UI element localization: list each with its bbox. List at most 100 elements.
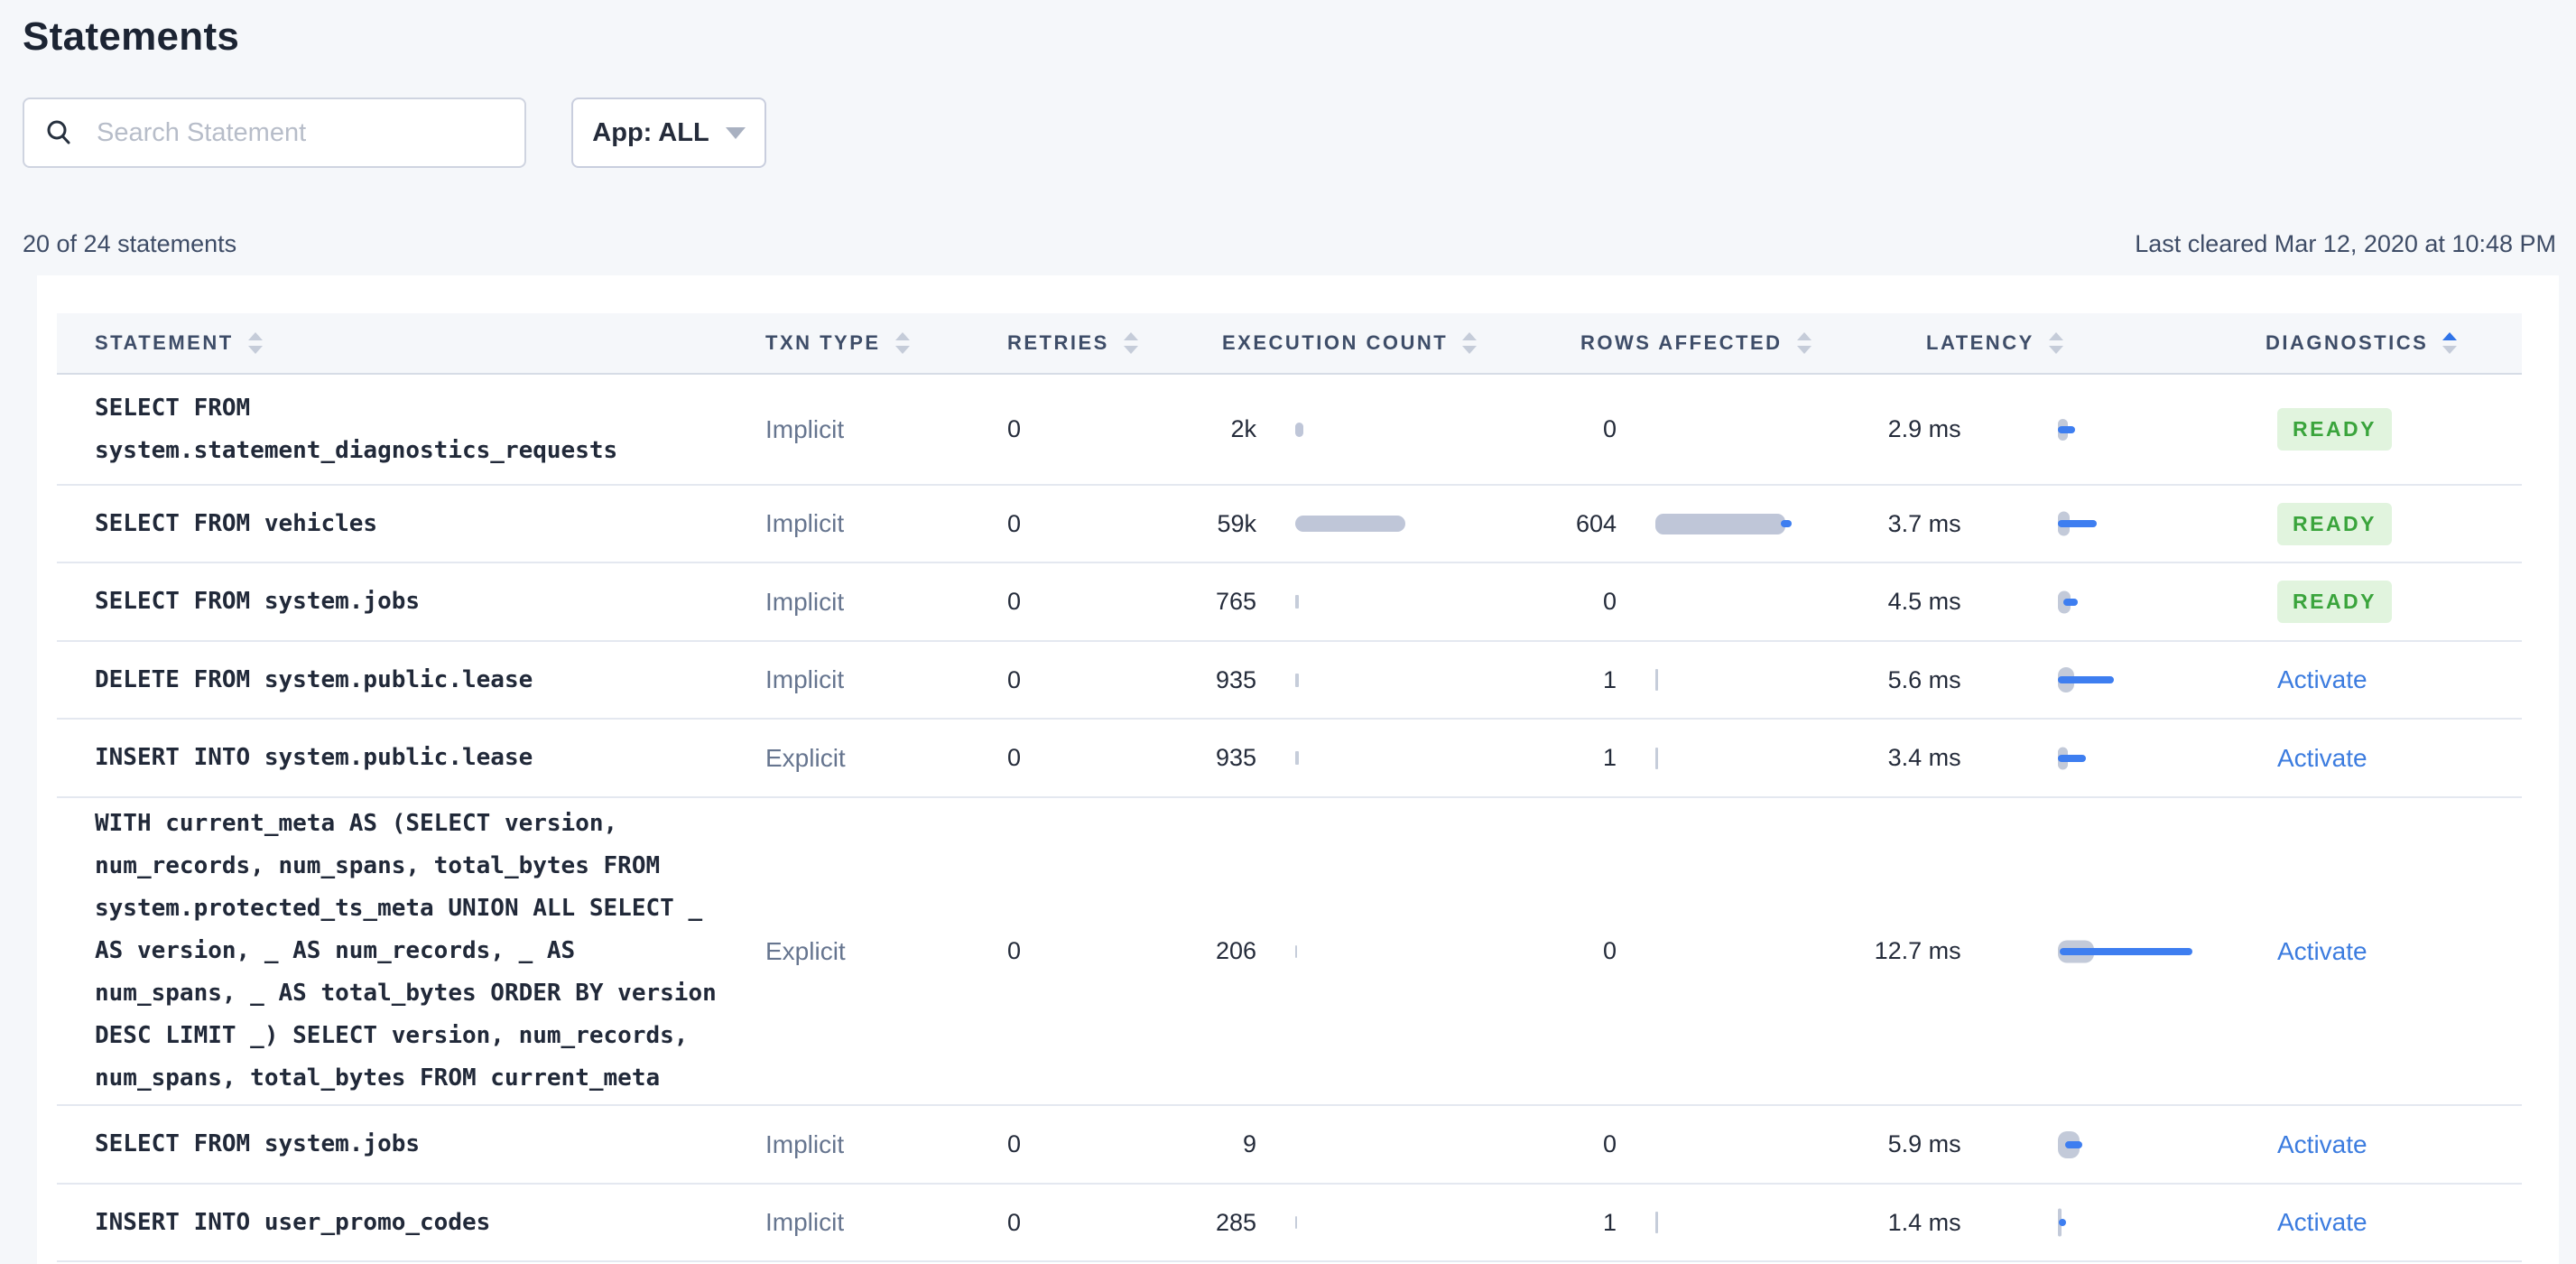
activate-diagnostics-link[interactable]: Activate: [2277, 937, 2368, 966]
table-row: DELETE FROM system.public.lease Implicit 0…: [57, 642, 2522, 720]
statement-text[interactable]: DELETE FROM system.public.lease: [95, 659, 727, 702]
sort-desc-icon: [894, 346, 910, 354]
latency-value: 4.5 ms: [1887, 588, 1961, 615]
rows-affected-bar: [1655, 747, 1658, 769]
retries-value: 0: [1007, 1130, 1022, 1157]
latency-value: 3.4 ms: [1887, 744, 1961, 771]
execution-count-bar-area: [1295, 673, 1299, 687]
statement-cell: INSERT INTO system.public.lease: [57, 737, 750, 779]
rows-affected-cell: 0: [1481, 937, 1860, 965]
txn-type-value: Implicit: [765, 509, 845, 537]
search-icon: [47, 120, 70, 144]
table-row: INSERT INTO system.public.lease Explicit 0…: [57, 720, 2522, 798]
diagnostics-cell: READY: [2257, 502, 2522, 545]
search-input[interactable]: [95, 116, 506, 149]
page-header: Statements App: ALL 20 of 24 statements …: [0, 0, 2576, 258]
statement-text[interactable]: SELECT FROM vehicles: [95, 503, 727, 545]
execution-count-cell: 285: [1102, 1209, 1481, 1237]
txn-type-cell: Implicit: [750, 415, 976, 444]
statement-cell: SELECT FROM system.statement_diagnostics…: [57, 387, 750, 472]
statements-table-card: STATEMENT TXN TYPE RETRIES EXECUTION COUNT R…: [37, 275, 2559, 1264]
column-header-rows-affected[interactable]: ROWS AFFECTED: [1481, 331, 1860, 355]
activate-diagnostics-link[interactable]: Activate: [2277, 1130, 2368, 1159]
diagnostics-ready-badge[interactable]: READY: [2277, 502, 2393, 545]
column-header-statement[interactable]: STATEMENT: [57, 331, 750, 355]
latency-bar-chart: [2057, 504, 2257, 544]
rows-affected-value: 1: [1602, 744, 1617, 771]
column-header-label: RETRIES: [1007, 331, 1109, 354]
txn-type-cell: Implicit: [750, 1130, 976, 1159]
column-header-label: TXN TYPE: [765, 331, 881, 354]
activate-diagnostics-link[interactable]: Activate: [2277, 1208, 2368, 1237]
column-header-diagnostics[interactable]: DIAGNOSTICS: [2257, 331, 2522, 355]
txn-type-value: Explicit: [765, 936, 846, 965]
rows-affected-value: 0: [1602, 937, 1617, 964]
column-header-txn-type[interactable]: TXN TYPE: [750, 331, 976, 355]
latency-value: 12.7 ms: [1874, 937, 1961, 964]
statement-text[interactable]: SELECT FROM system.jobs: [95, 1123, 727, 1166]
statement-text[interactable]: SELECT FROM system.statement_diagnostics…: [95, 387, 727, 472]
latency-mean-bar: [2057, 676, 2114, 683]
sort-arrows-icon: [1796, 332, 1812, 354]
sort-desc-icon: [1462, 346, 1478, 354]
activate-diagnostics-link[interactable]: Activate: [2277, 744, 2368, 773]
retries-cell: 0: [976, 744, 1102, 772]
latency-bar-chart: [2057, 1203, 2257, 1242]
search-box[interactable]: [23, 98, 526, 168]
rows-affected-mean-dot: [1781, 520, 1792, 527]
app-filter-dropdown[interactable]: App: ALL: [571, 98, 766, 168]
execution-count-bar: [1295, 673, 1299, 687]
activate-diagnostics-link[interactable]: Activate: [2277, 665, 2368, 694]
column-header-label: ROWS AFFECTED: [1580, 331, 1783, 354]
diagnostics-cell: Activate: [2257, 1208, 2522, 1237]
execution-count-cell: 935: [1102, 744, 1481, 772]
table-row: SELECT FROM vehicles Implicit 0 59k 604 3.7 m…: [57, 486, 2522, 563]
latency-cell: 3.4 ms: [1860, 739, 2257, 778]
txn-type-value: Implicit: [765, 1129, 845, 1158]
latency-cell: 2.9 ms: [1860, 410, 2257, 450]
chevron-down-icon: [725, 126, 746, 139]
diagnostics-cell: Activate: [2257, 744, 2522, 773]
latency-mean-bar: [2058, 1219, 2066, 1226]
rows-affected-cell: 1: [1481, 666, 1860, 694]
rows-affected-bar-area: [1655, 747, 1658, 769]
retries-cell: 0: [976, 666, 1102, 694]
diagnostics-ready-badge[interactable]: READY: [2277, 408, 2393, 451]
sort-arrows-icon: [2048, 332, 2063, 354]
column-header-label: EXECUTION COUNT: [1222, 331, 1449, 354]
rows-affected-cell: 0: [1481, 1130, 1860, 1158]
diagnostics-ready-badge[interactable]: READY: [2277, 581, 2393, 623]
sort-asc-icon: [2442, 332, 2458, 340]
statement-cell: SELECT FROM vehicles: [57, 503, 750, 545]
latency-value: 1.4 ms: [1887, 1208, 1961, 1236]
rows-affected-cell: 1: [1481, 1209, 1860, 1237]
statement-text[interactable]: INSERT INTO system.public.lease: [95, 737, 727, 779]
execution-count-bar-area: [1295, 751, 1299, 765]
retries-value: 0: [1007, 665, 1022, 693]
sort-arrows-icon: [1462, 332, 1478, 354]
txn-type-cell: Implicit: [750, 509, 976, 538]
latency-bar-chart: [2057, 932, 2257, 971]
sort-asc-icon: [894, 332, 910, 340]
statement-text[interactable]: SELECT FROM system.jobs: [95, 581, 727, 623]
statement-cell: DELETE FROM system.public.lease: [57, 659, 750, 702]
rows-affected-cell: 0: [1481, 588, 1860, 616]
table-row: INSERT INTO user_promo_codes Implicit 0 285…: [57, 1185, 2522, 1262]
diagnostics-cell: Activate: [2257, 1130, 2522, 1159]
latency-cell: 3.7 ms: [1860, 504, 2257, 544]
retries-value: 0: [1007, 588, 1022, 615]
statement-text[interactable]: INSERT INTO user_promo_codes: [95, 1202, 727, 1244]
statement-cell: SELECT FROM system.jobs: [57, 581, 750, 623]
statement-text[interactable]: WITH current_meta AS (SELECT version, nu…: [95, 803, 727, 1100]
column-header-latency[interactable]: LATENCY: [1860, 331, 2257, 355]
column-header-execution-count[interactable]: EXECUTION COUNT: [1102, 331, 1481, 355]
retries-cell: 0: [976, 1209, 1102, 1237]
retries-value: 0: [1007, 937, 1022, 964]
rows-affected-bar: [1655, 513, 1792, 534]
rows-affected-value: 1: [1602, 1208, 1617, 1236]
column-header-retries[interactable]: RETRIES: [976, 331, 1138, 355]
toolbar: App: ALL: [23, 98, 2556, 168]
latency-mean-bar: [2057, 520, 2097, 527]
execution-count-cell: 206: [1102, 937, 1481, 965]
statements-table: STATEMENT TXN TYPE RETRIES EXECUTION COUNT R…: [57, 313, 2522, 1262]
